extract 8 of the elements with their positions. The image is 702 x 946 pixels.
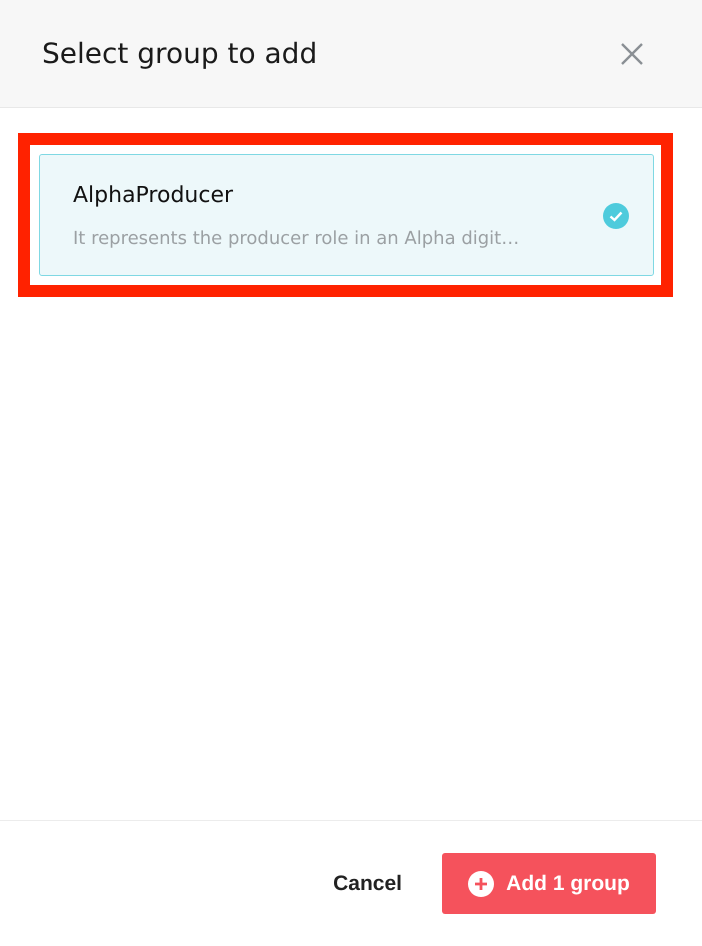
group-description: It represents the producer role in an Alpha digit… <box>73 228 520 249</box>
check-icon <box>603 203 629 229</box>
close-icon[interactable] <box>620 42 644 66</box>
plus-icon <box>468 870 494 896</box>
group-name: AlphaProducer <box>73 183 234 208</box>
cancel-button[interactable]: Cancel <box>333 864 402 904</box>
group-card[interactable]: AlphaProducer It represents the producer role in an Alpha digit… <box>39 154 654 276</box>
dialog-title: Select group to add <box>42 37 318 70</box>
